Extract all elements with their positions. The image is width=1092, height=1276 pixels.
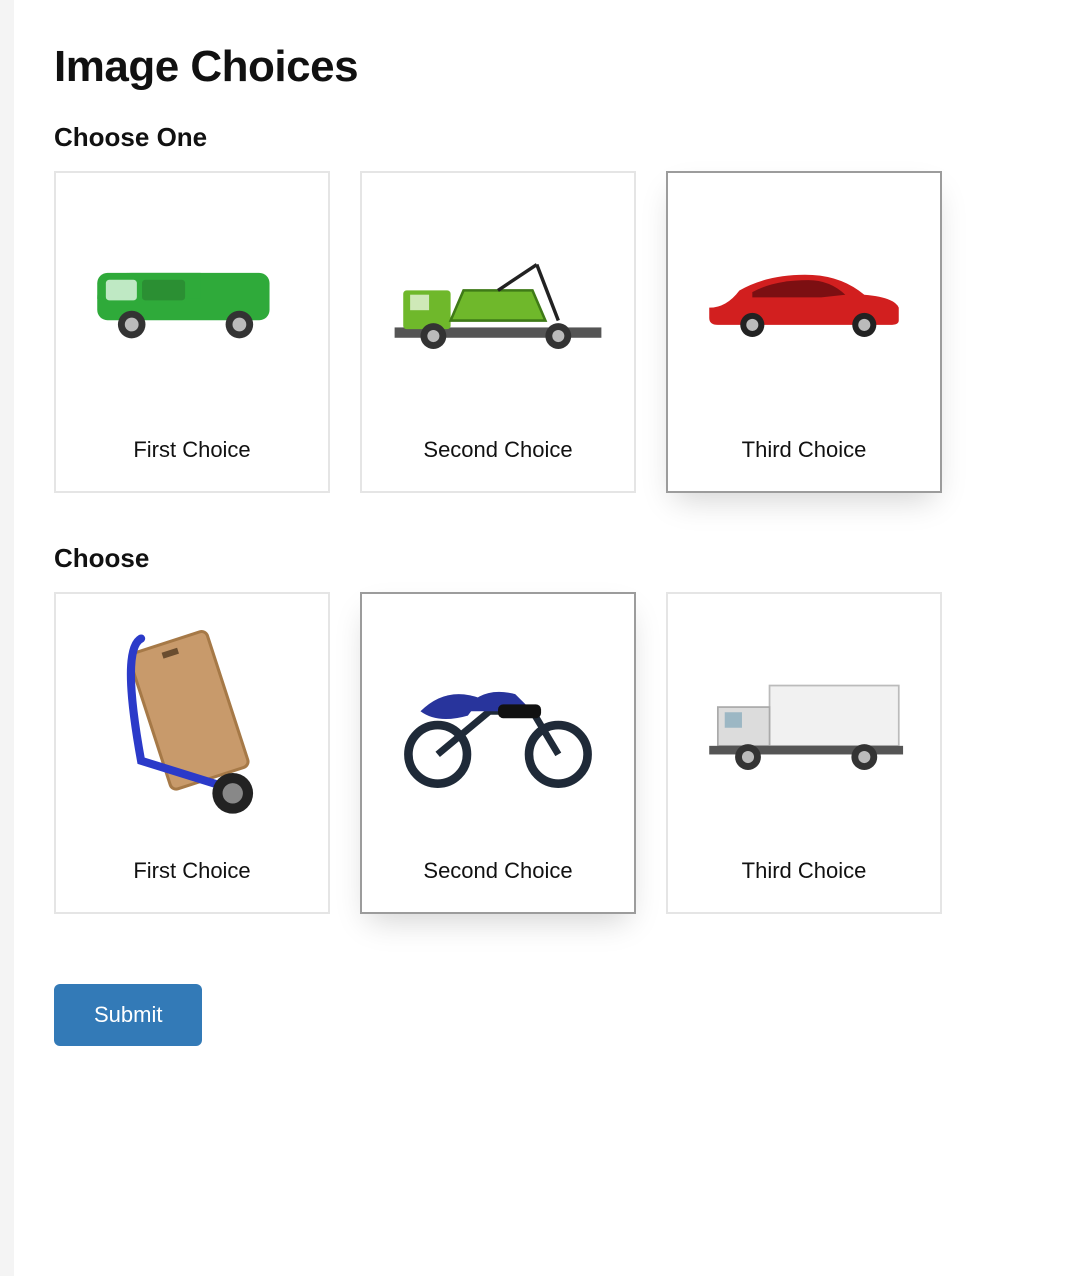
choice-card[interactable]: First Choice [54, 171, 330, 493]
choice-label: Second Choice [413, 836, 582, 912]
choice-label: First Choice [123, 415, 260, 491]
choice-card[interactable]: First Choice [54, 592, 330, 914]
page-title: Image Choices [54, 42, 1052, 92]
choice-label: Third Choice [732, 836, 877, 912]
sedan-icon [668, 173, 940, 415]
motorcycle-icon [362, 594, 634, 836]
choice-row: First Choice Second Choice [54, 592, 1052, 914]
choice-group-2: Choose First Choice [54, 543, 1052, 914]
submit-button[interactable]: Submit [54, 984, 202, 1046]
box-truck-icon [668, 594, 940, 836]
group-heading: Choose [54, 543, 1052, 574]
choice-card[interactable]: Third Choice [666, 592, 942, 914]
choice-label: Second Choice [413, 415, 582, 491]
hand-truck-icon [56, 594, 328, 836]
group-heading: Choose One [54, 122, 1052, 153]
skip-truck-icon [362, 173, 634, 415]
choice-card[interactable]: Third Choice [666, 171, 942, 493]
choice-card[interactable]: Second Choice [360, 592, 636, 914]
choice-card[interactable]: Second Choice [360, 171, 636, 493]
choice-label: First Choice [123, 836, 260, 912]
choice-row: First Choice Second Ch [54, 171, 1052, 493]
van-icon [56, 173, 328, 415]
form-page: Image Choices Choose One First Choice [14, 0, 1092, 1276]
choice-label: Third Choice [732, 415, 877, 491]
choice-group-1: Choose One First Choice [54, 122, 1052, 493]
